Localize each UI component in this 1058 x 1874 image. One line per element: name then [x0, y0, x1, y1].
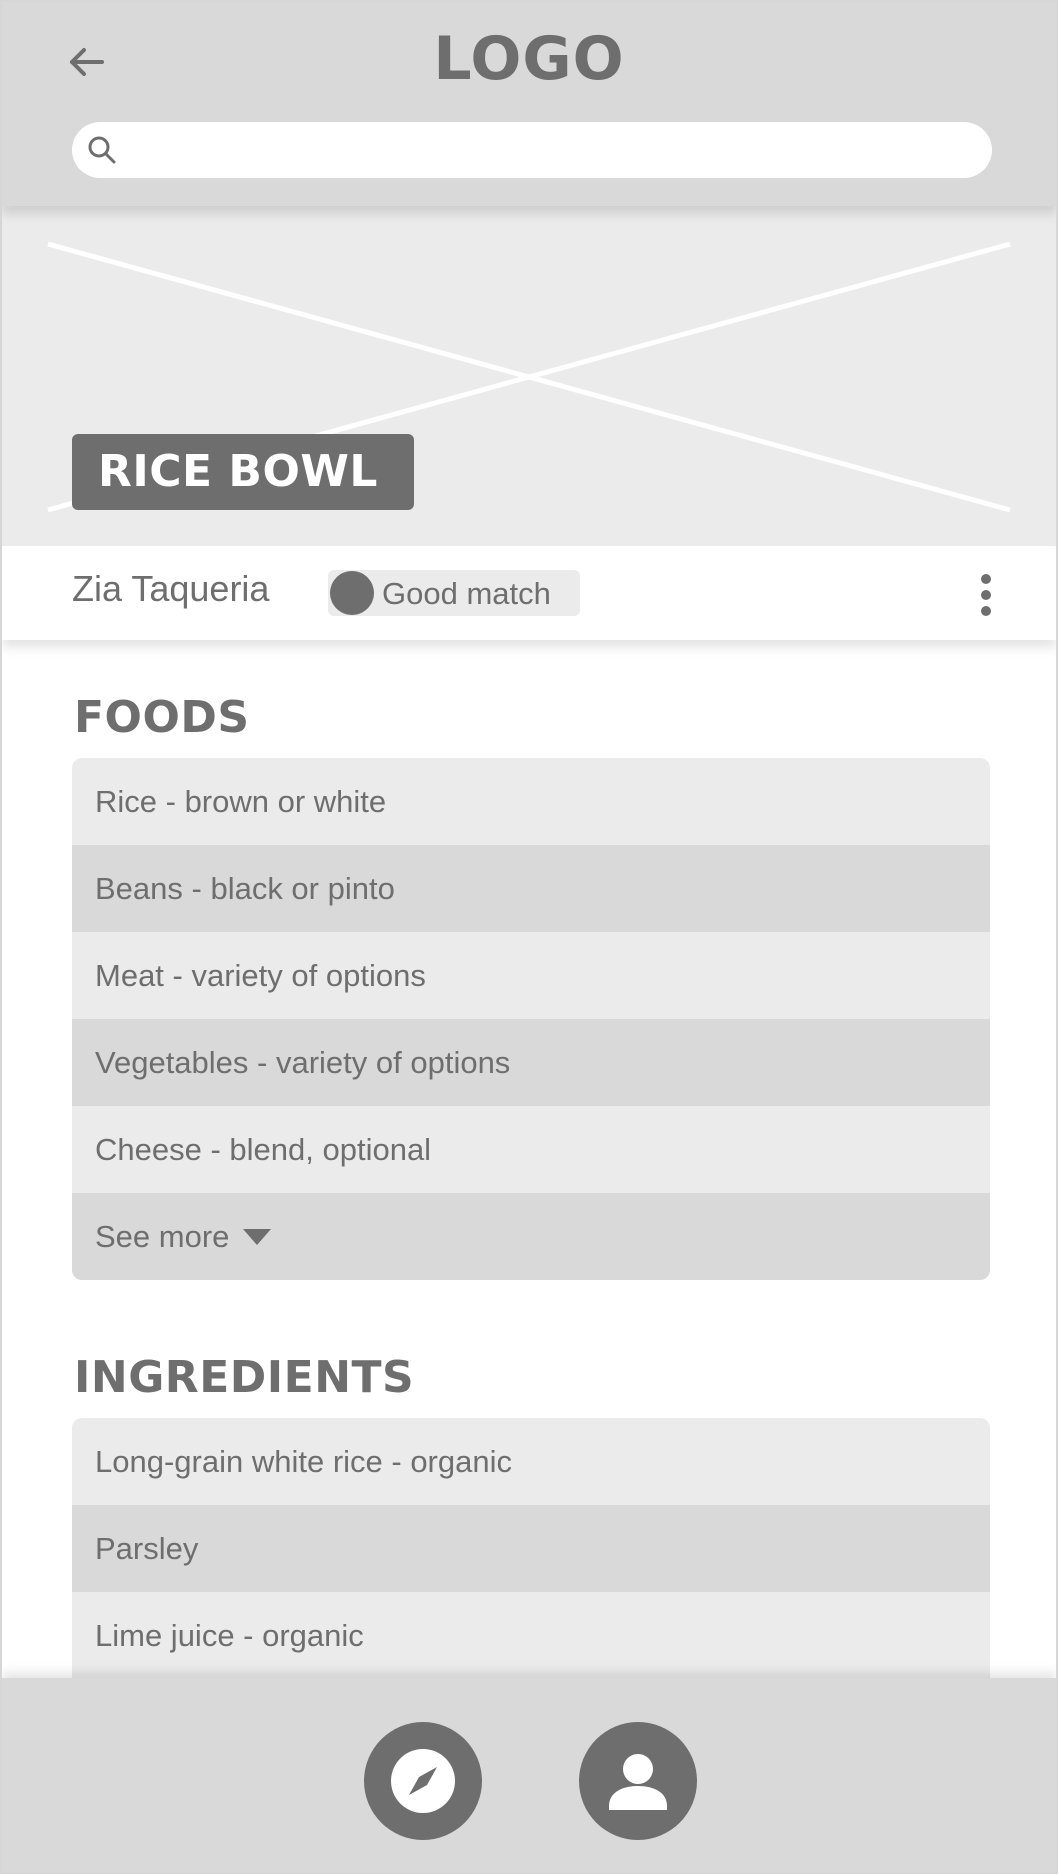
list-item: Meat - variety of options — [72, 932, 990, 1019]
more-options-button[interactable] — [966, 568, 1006, 622]
ingredients-heading: INGREDIENTS — [74, 1352, 415, 1403]
restaurant-name[interactable]: Zia Taqueria — [72, 568, 269, 610]
search-icon — [88, 136, 116, 164]
logo: LOGO — [433, 24, 625, 94]
match-badge: Good match — [328, 570, 580, 616]
see-more-label: See more — [95, 1219, 230, 1254]
match-indicator-icon — [330, 571, 374, 615]
restaurant-row: Zia Taqueria Good match — [2, 546, 1056, 640]
nav-explore-button[interactable] — [364, 1722, 482, 1840]
list-item: Parsley — [72, 1505, 990, 1592]
nav-profile-button[interactable] — [579, 1722, 697, 1840]
list-item: Cheese - blend, optional — [72, 1106, 990, 1193]
search-input[interactable] — [132, 122, 972, 178]
list-item: Long-grain white rice - organic — [72, 1418, 990, 1505]
list-item: Rice - brown or white — [72, 758, 990, 845]
header: LOGO — [2, 2, 1056, 206]
search-bar[interactable] — [72, 122, 992, 178]
list-item: Vegetables - variety of options — [72, 1019, 990, 1106]
list-item: Beans - black or pinto — [72, 845, 990, 932]
see-more-button[interactable]: See more — [72, 1193, 990, 1280]
foods-heading: FOODS — [74, 692, 250, 743]
chevron-down-icon — [243, 1228, 272, 1245]
foods-list: Rice - brown or white Beans - black or p… — [72, 758, 990, 1280]
list-item: Lime juice - organic — [72, 1592, 990, 1679]
hero-image: RICE BOWL — [2, 206, 1056, 546]
person-icon — [609, 1754, 667, 1810]
dish-title: RICE BOWL — [72, 434, 414, 510]
bottom-nav — [2, 1678, 1056, 1872]
app-frame: LOGO RICE BOWL Zia Taqueria Good match F… — [0, 0, 1058, 1874]
match-label: Good match — [382, 576, 551, 611]
compass-icon — [391, 1749, 455, 1813]
